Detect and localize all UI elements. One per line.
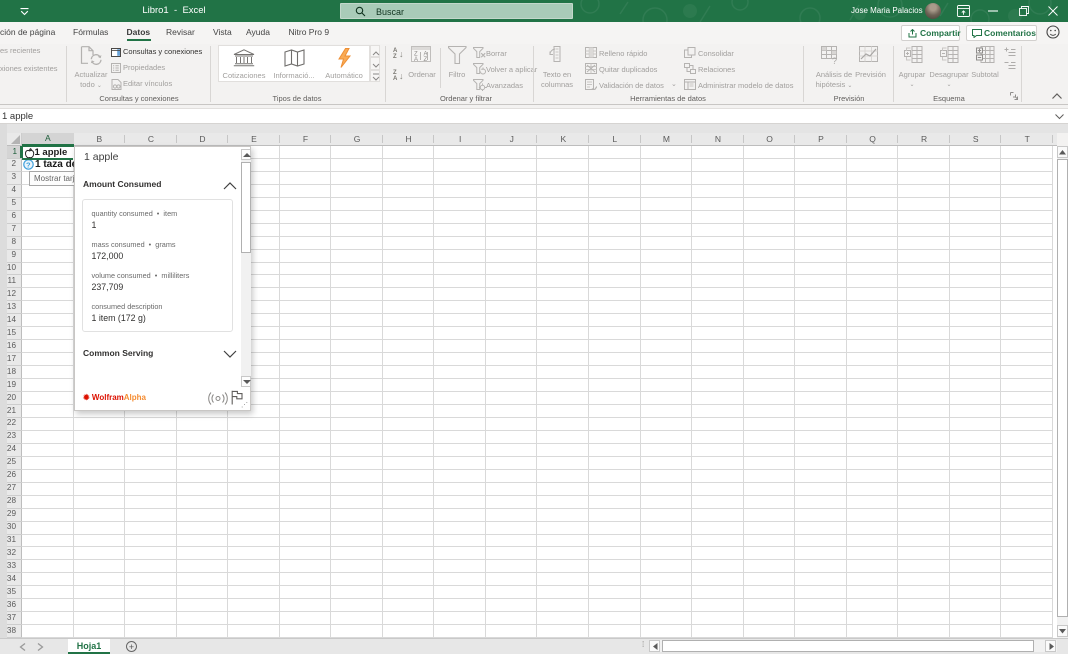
svg-text:?: ? <box>26 161 31 170</box>
svg-text:Z: Z <box>424 57 428 63</box>
svg-text:?: ? <box>832 56 837 64</box>
svg-text:A: A <box>414 57 418 63</box>
